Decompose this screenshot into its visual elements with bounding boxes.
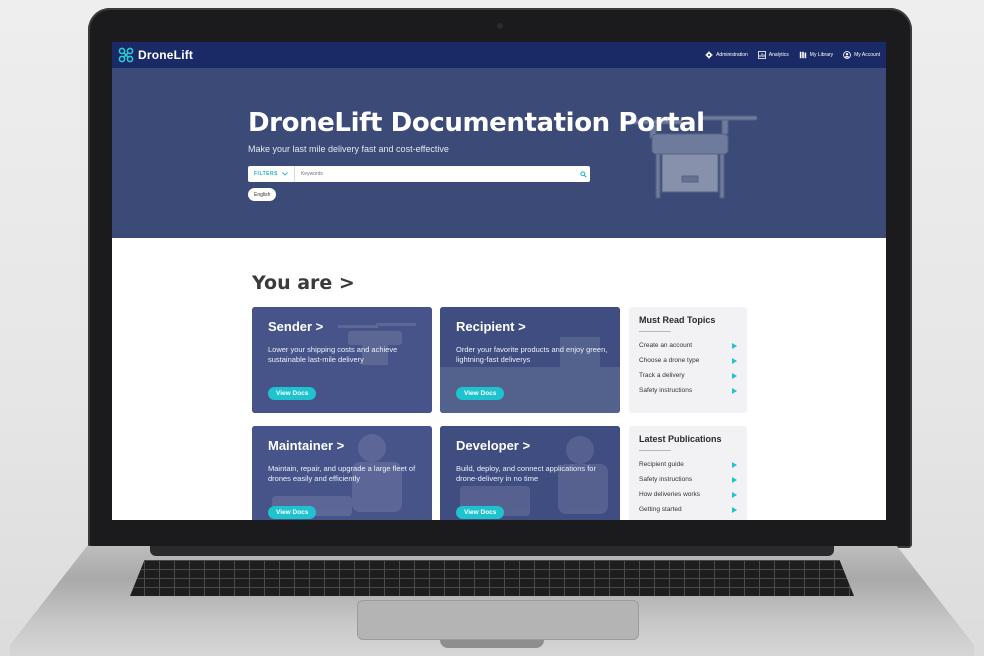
- nav-links: Administration Analytics My Library My A…: [705, 51, 880, 59]
- card-sender-title: Sender >: [268, 319, 324, 334]
- card-sender-view-docs-button[interactable]: View Docs: [268, 387, 317, 400]
- nav-my-account[interactable]: My Account: [843, 51, 880, 59]
- must-read-item[interactable]: Create an account: [639, 338, 737, 353]
- card-developer-view-docs-button[interactable]: View Docs: [456, 506, 505, 519]
- filters-dropdown[interactable]: FILTERS: [248, 166, 295, 182]
- drone-logo-icon: [118, 47, 134, 63]
- card-developer-desc: Build, deploy, and connect applications …: [456, 464, 596, 483]
- latest-publication-item[interactable]: Recipient guide: [639, 457, 737, 472]
- nav-analytics[interactable]: Analytics: [757, 51, 789, 59]
- nav-analytics-label: Analytics: [768, 52, 789, 58]
- card-sender[interactable]: Sender > Lower your shipping costs and a…: [252, 307, 432, 413]
- must-read-item[interactable]: Track a delivery: [639, 368, 737, 383]
- nav-my-library[interactable]: My Library: [799, 51, 833, 59]
- must-read-item-label: Track a delivery: [639, 372, 685, 379]
- latest-publication-item[interactable]: Safety instructions: [639, 472, 737, 487]
- search-icon: [579, 170, 587, 178]
- card-recipient-title: Recipient >: [456, 319, 526, 334]
- search-bar: FILTERS: [248, 166, 590, 182]
- gear-icon: [705, 51, 713, 59]
- chart-icon: [757, 51, 766, 59]
- must-read-panel: Must Read Topics Create an account Choos…: [629, 307, 747, 413]
- chevron-down-icon: [282, 172, 288, 176]
- arrow-right-icon: [732, 372, 737, 379]
- latest-publication-item-label: Recipient guide: [639, 461, 684, 468]
- arrow-right-icon: [732, 357, 737, 364]
- hero-banner: DroneLift Documentation Portal Make your…: [112, 68, 886, 238]
- card-recipient-desc: Order your favorite products and enjoy g…: [456, 345, 608, 364]
- section-heading: You are >: [252, 272, 355, 294]
- arrow-right-icon: [732, 491, 737, 498]
- arrow-right-icon: [732, 342, 737, 349]
- search-button[interactable]: [576, 170, 590, 178]
- nav-administration[interactable]: Administration: [705, 51, 748, 59]
- card-maintainer-title: Maintainer >: [268, 438, 345, 453]
- divider: [639, 450, 671, 451]
- card-sender-desc: Lower your shipping costs and achieve su…: [268, 345, 398, 364]
- webcam: [497, 23, 503, 29]
- arrow-right-icon: [732, 506, 737, 513]
- search-input[interactable]: [294, 166, 576, 182]
- laptop-keyboard: [130, 560, 854, 596]
- latest-publications-panel: Latest Publications Recipient guide Safe…: [629, 426, 747, 520]
- nav-my-account-label: My Account: [854, 52, 880, 58]
- must-read-item-label: Choose a drone type: [639, 357, 700, 364]
- library-icon: [799, 51, 806, 59]
- card-recipient[interactable]: Recipient > Order your favorite products…: [440, 307, 620, 413]
- card-recipient-view-docs-button[interactable]: View Docs: [456, 387, 505, 400]
- site-logo[interactable]: DroneLift: [118, 47, 193, 63]
- divider: [639, 331, 671, 332]
- logo-text: DroneLift: [138, 48, 194, 62]
- filters-label: FILTERS: [254, 171, 278, 177]
- laptop-hinge: [150, 546, 834, 556]
- laptop-trackpad: [357, 600, 639, 640]
- must-read-item-label: Safety instructions: [639, 387, 693, 394]
- latest-publication-item-label: Getting started: [639, 506, 682, 513]
- latest-publication-item-label: Safety instructions: [639, 476, 693, 483]
- laptop-screen: DroneLift Administration Analytics My Li…: [112, 42, 886, 520]
- arrow-right-icon: [732, 461, 737, 468]
- card-developer[interactable]: Developer > Build, deploy, and connect a…: [440, 426, 620, 520]
- latest-publication-item[interactable]: Getting started: [639, 502, 737, 517]
- nav-my-library-label: My Library: [809, 52, 834, 58]
- card-developer-title: Developer >: [456, 438, 531, 453]
- nav-administration-label: Administration: [716, 52, 748, 58]
- laptop-front-notch: [440, 640, 544, 648]
- must-read-item[interactable]: Choose a drone type: [639, 353, 737, 368]
- must-read-title: Must Read Topics: [639, 315, 716, 325]
- latest-publication-item[interactable]: How deliveries works: [639, 487, 737, 502]
- card-maintainer[interactable]: Maintainer > Maintain, repair, and upgra…: [252, 426, 432, 520]
- must-read-item[interactable]: Safety instructions: [639, 383, 737, 398]
- latest-publications-title: Latest Publications: [639, 434, 722, 444]
- account-icon: [843, 51, 851, 59]
- card-maintainer-view-docs-button[interactable]: View Docs: [268, 506, 317, 519]
- language-selector[interactable]: English: [248, 188, 277, 201]
- arrow-right-icon: [732, 476, 737, 483]
- latest-publication-item-label: How deliveries works: [639, 491, 701, 498]
- must-read-item-label: Create an account: [639, 342, 693, 349]
- arrow-right-icon: [732, 387, 737, 394]
- card-maintainer-desc: Maintain, repair, and upgrade a large fl…: [268, 464, 416, 483]
- top-nav-bar: DroneLift Administration Analytics My Li…: [112, 42, 886, 68]
- page-title: DroneLift Documentation Portal: [248, 108, 705, 138]
- page-subtitle: Make your last mile delivery fast and co…: [248, 144, 449, 154]
